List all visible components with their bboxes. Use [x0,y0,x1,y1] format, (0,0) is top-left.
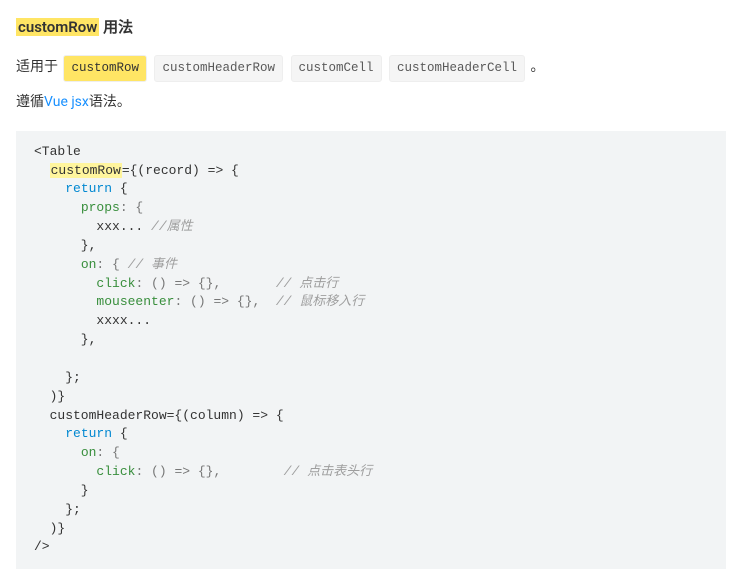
para2-pre: 遵循 [16,94,44,110]
heading-text: 用法 [99,18,133,36]
code-highlight-customRow: customRow [50,163,122,178]
tag-customHeaderCell: customHeaderCell [389,55,525,82]
para1-post: 。 [531,59,545,75]
para1-pre: 适用于 [16,59,61,75]
vue-jsx-link[interactable]: Vue jsx [44,94,89,110]
applies-to-paragraph: 适用于 customRow customHeaderRow customCell… [16,55,726,82]
syntax-paragraph: 遵循Vue jsx语法。 [16,90,726,115]
para2-post: 语法。 [89,94,131,110]
tag-customHeaderRow: customHeaderRow [154,55,283,82]
tag-customCell: customCell [291,55,382,82]
heading-highlight: customRow [16,18,99,36]
section-heading: customRow 用法 [16,16,726,37]
code-example: <Table customRow={(record) => { return {… [16,131,726,570]
tag-customRow: customRow [63,55,147,82]
